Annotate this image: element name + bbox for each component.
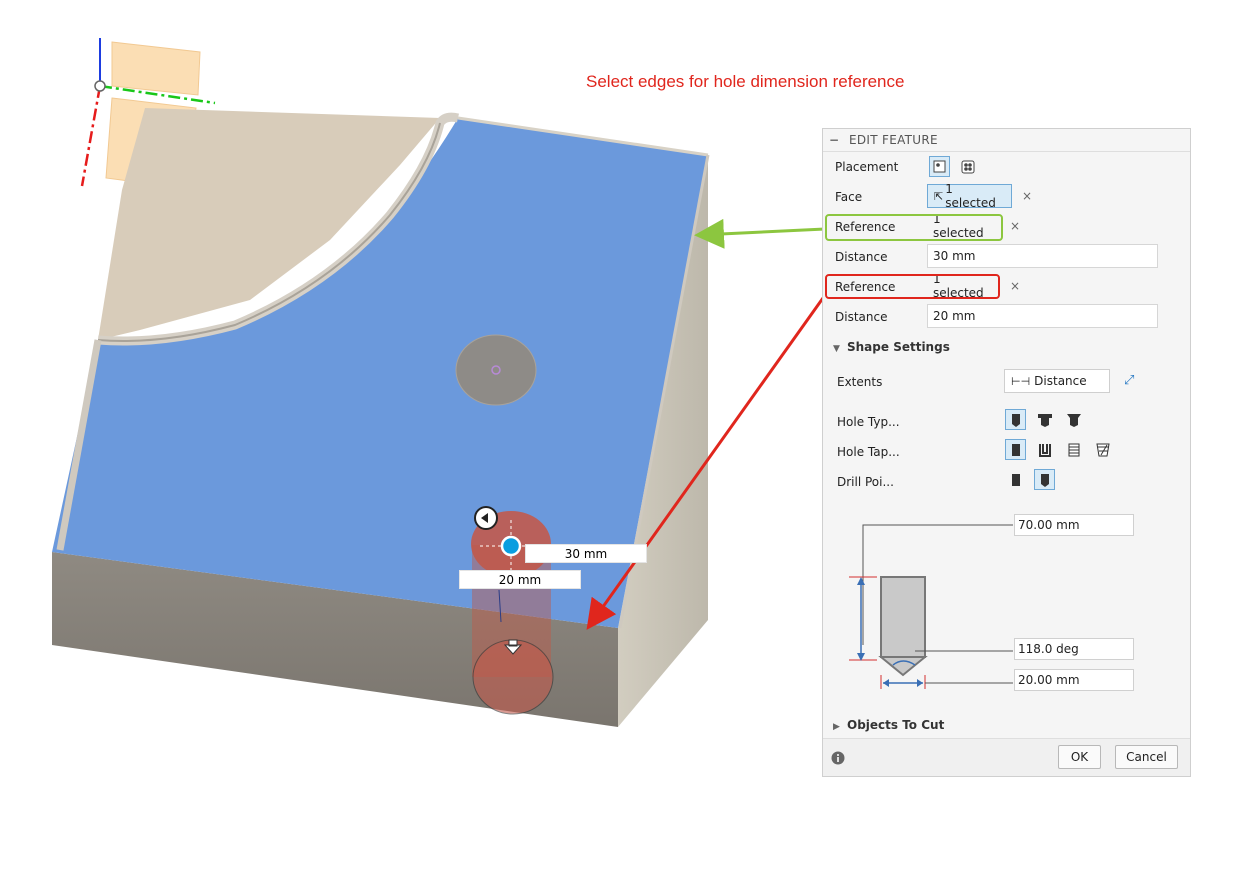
- shape-settings-header[interactable]: ▼ Shape Settings: [833, 340, 950, 354]
- panel-title: EDIT FEATURE: [849, 133, 938, 147]
- drill-point-row: Drill Poi...: [823, 469, 1190, 495]
- existing-hole: [455, 334, 537, 406]
- face-select-button[interactable]: ⇱ 1 selected: [927, 182, 1012, 210]
- angled-drill-point-icon[interactable]: [1034, 469, 1055, 490]
- green-callout-arrow: [694, 218, 826, 249]
- clearance-tap-icon[interactable]: [1034, 439, 1055, 460]
- cancel-button[interactable]: Cancel: [1115, 745, 1178, 769]
- face-selected-text: 1 selected: [945, 182, 996, 210]
- distance2-label: Distance: [835, 310, 888, 324]
- sketch-placement-icon[interactable]: [957, 156, 978, 177]
- hole-tap-label: Hole Tap...: [837, 445, 900, 459]
- expand-right-icon: ▶: [833, 722, 840, 732]
- drill-point-label: Drill Poi...: [837, 475, 894, 489]
- distance2-row: Distance 20 mm: [823, 304, 1190, 330]
- distance-extent-icon: ⊢⊣: [1011, 374, 1031, 388]
- dimension-label-30[interactable]: 30 mm: [525, 544, 647, 563]
- dimension-label-20[interactable]: 20 mm: [459, 570, 581, 589]
- cursor-icon: ⇱: [934, 189, 944, 203]
- reference1-highlight: [825, 214, 1003, 241]
- distance1-row: Distance 30 mm: [823, 244, 1190, 270]
- reference2-clear-icon[interactable]: ×: [1010, 279, 1020, 293]
- diameter-dimension-input[interactable]: 20.00 mm: [1014, 669, 1134, 691]
- hole-tap-row: Hole Tap...: [823, 439, 1190, 465]
- objects-to-cut-header[interactable]: ▶ Objects To Cut: [833, 718, 944, 732]
- hole-diagram: [849, 524, 1013, 689]
- angle-dimension-input[interactable]: 118.0 deg: [1014, 638, 1134, 660]
- hole-type-row: Hole Typ...: [823, 409, 1190, 435]
- placement-row: Placement: [823, 154, 1190, 180]
- flat-drill-point-icon[interactable]: [1005, 469, 1026, 490]
- reference1-clear-icon[interactable]: ×: [1010, 219, 1020, 233]
- depth-dimension-input[interactable]: 70.00 mm: [1014, 514, 1134, 536]
- panel-footer: OK Cancel: [823, 738, 1190, 776]
- simple-hole-icon[interactable]: [1005, 409, 1026, 430]
- single-hole-placement-icon[interactable]: [929, 156, 950, 177]
- expand-down-icon: ▼: [833, 344, 840, 354]
- extents-row: Extents ⊢⊣ Distance ⤢: [823, 369, 1190, 395]
- extents-dropdown[interactable]: ⊢⊣ Distance: [1004, 369, 1110, 393]
- reference2-highlight: [825, 274, 1000, 299]
- countersink-hole-icon[interactable]: [1063, 409, 1084, 430]
- tapped-icon[interactable]: [1063, 439, 1084, 460]
- ok-button[interactable]: OK: [1058, 745, 1101, 769]
- face-row: Face ⇱ 1 selected ×: [823, 182, 1190, 210]
- simple-tap-icon[interactable]: [1005, 439, 1026, 460]
- taper-tapped-icon[interactable]: [1092, 439, 1113, 460]
- flip-direction-icon[interactable]: ⤢: [1124, 373, 1134, 388]
- placement-label: Placement: [835, 160, 899, 174]
- counterbore-hole-icon[interactable]: [1034, 409, 1055, 430]
- face-clear-icon[interactable]: ×: [1022, 189, 1032, 203]
- face-label: Face: [835, 190, 863, 204]
- extents-label: Extents: [837, 375, 883, 389]
- info-icon[interactable]: [831, 751, 845, 765]
- hole-type-label: Hole Typ...: [837, 415, 900, 429]
- distance2-input[interactable]: 20 mm: [927, 304, 1158, 328]
- panel-header: − EDIT FEATURE: [823, 129, 1190, 152]
- distance1-label: Distance: [835, 250, 888, 264]
- collapse-icon[interactable]: −: [829, 133, 839, 147]
- instruction-text: Select edges for hole dimension referenc…: [586, 72, 905, 91]
- distance1-input[interactable]: 30 mm: [927, 244, 1158, 268]
